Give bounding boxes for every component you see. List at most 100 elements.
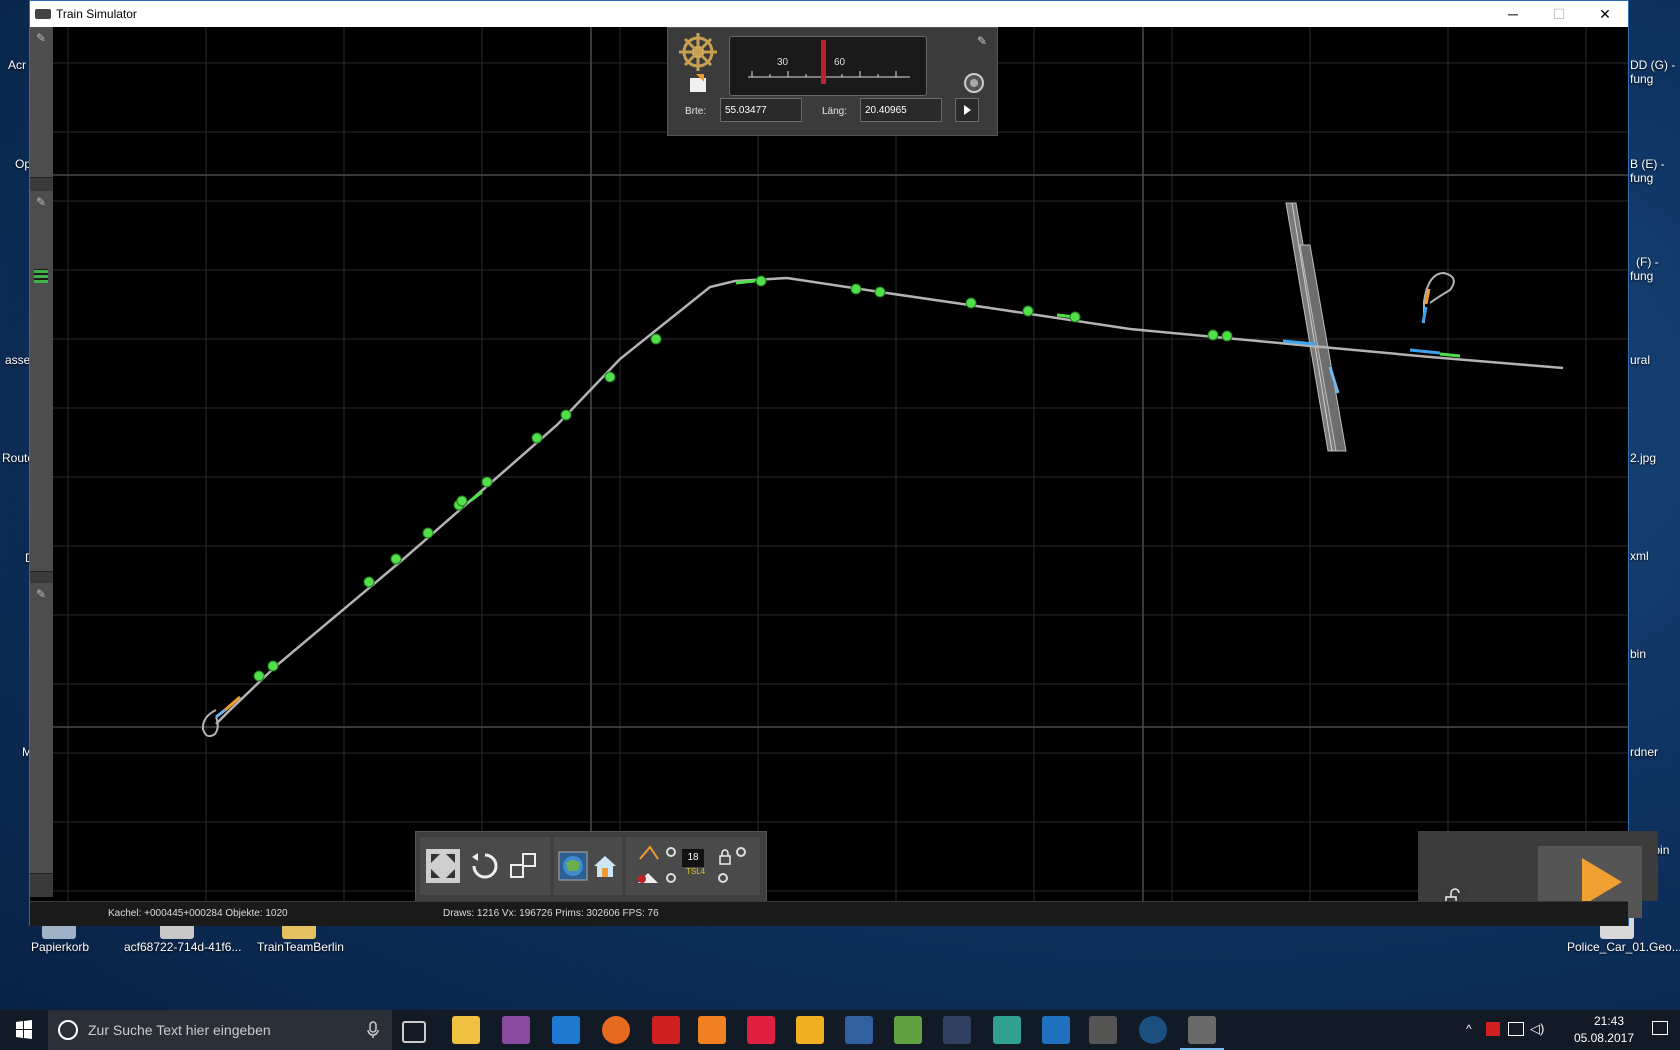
pin-icon[interactable]: ✎ bbox=[34, 31, 48, 45]
steam-icon[interactable] bbox=[1139, 1016, 1167, 1044]
ts-active-icon[interactable] bbox=[1180, 1016, 1224, 1050]
radio-tsl[interactable] bbox=[718, 873, 728, 883]
file-explorer-icon[interactable] bbox=[452, 1016, 480, 1044]
signal-marker[interactable] bbox=[650, 333, 662, 345]
windows-start-icon[interactable] bbox=[0, 1010, 48, 1050]
firefox-icon[interactable] bbox=[602, 1016, 630, 1044]
train-icon[interactable] bbox=[943, 1016, 971, 1044]
desktop-label-right-9[interactable]: xml bbox=[1630, 549, 1649, 563]
radio-3d[interactable] bbox=[666, 847, 676, 857]
status-bar: Kachel: +000445+000284 Objekte: 1020 Dra… bbox=[30, 901, 1628, 926]
plane-icon[interactable] bbox=[993, 1016, 1021, 1044]
signal-marker[interactable] bbox=[755, 275, 767, 287]
desktop-label-right-7[interactable]: ural bbox=[1630, 353, 1650, 367]
maximize-button[interactable]: ☐ bbox=[1536, 1, 1582, 27]
desktop-label-right-8[interactable]: 2.jpg bbox=[1630, 451, 1656, 465]
pin-icon[interactable]: ✎ bbox=[977, 34, 987, 48]
desktop-label-police-car[interactable]: Police_Car_01.Geo... bbox=[1567, 940, 1680, 954]
window-icon[interactable] bbox=[1042, 1016, 1070, 1044]
toolbar-group-options: 18 TSL4 bbox=[626, 837, 760, 895]
desktop-label-right-10[interactable]: bin bbox=[1630, 647, 1646, 661]
lock-icon[interactable] bbox=[718, 849, 732, 865]
latitude-field[interactable]: 55.03477 bbox=[720, 98, 802, 122]
pin-icon[interactable]: ✎ bbox=[34, 195, 48, 209]
route-icon[interactable] bbox=[636, 869, 660, 889]
desktop-label-recycle-bin[interactable]: Papierkorb bbox=[31, 940, 89, 954]
signal-marker[interactable] bbox=[531, 432, 543, 444]
signal-marker[interactable] bbox=[560, 409, 572, 421]
desktop-label-right-6: fung bbox=[1630, 269, 1654, 283]
signal-marker[interactable] bbox=[456, 495, 468, 507]
compass-icon[interactable] bbox=[676, 32, 720, 72]
signal-marker[interactable] bbox=[390, 553, 402, 565]
close-button[interactable]: ✕ bbox=[1582, 1, 1628, 27]
signal-marker[interactable] bbox=[422, 527, 434, 539]
tray-acrobat-icon[interactable] bbox=[1486, 1022, 1500, 1036]
3d-angle-icon[interactable] bbox=[638, 843, 660, 861]
signal-marker[interactable] bbox=[965, 297, 977, 309]
toolbar-group-world bbox=[554, 837, 622, 895]
winrar-icon[interactable] bbox=[502, 1016, 530, 1044]
pin-icon[interactable]: ✎ bbox=[34, 587, 48, 601]
microphone-icon[interactable] bbox=[366, 1020, 380, 1040]
signal-marker[interactable] bbox=[604, 371, 616, 383]
rail-panel-middle[interactable]: ✎ bbox=[30, 191, 53, 572]
ts-icon[interactable] bbox=[1089, 1016, 1117, 1044]
calendar-icon[interactable] bbox=[845, 1016, 873, 1044]
edge-icon[interactable] bbox=[552, 1016, 580, 1044]
desktop-label-right-5[interactable]: (F) - bbox=[1636, 255, 1659, 269]
video-icon[interactable] bbox=[796, 1016, 824, 1044]
signal-marker[interactable] bbox=[1221, 330, 1233, 342]
home-icon[interactable] bbox=[588, 849, 622, 883]
go-to-coordinates-button[interactable] bbox=[955, 98, 979, 122]
platform-structure bbox=[1285, 202, 1347, 452]
grid-toggle-icon[interactable] bbox=[34, 269, 48, 283]
signal-marker[interactable] bbox=[363, 576, 375, 588]
clock-date[interactable]: 05.08.2017 bbox=[1574, 1031, 1634, 1045]
signal-marker[interactable] bbox=[1022, 305, 1034, 317]
camera-icon[interactable] bbox=[963, 72, 985, 94]
app-orange-icon[interactable] bbox=[698, 1016, 726, 1044]
app-red-icon[interactable] bbox=[747, 1016, 775, 1044]
desktop-label-file[interactable]: acf68722-714d-41f6... bbox=[124, 940, 241, 954]
minimize-button[interactable]: ─ bbox=[1490, 1, 1536, 27]
signal-marker[interactable] bbox=[1207, 329, 1219, 341]
globe-icon[interactable] bbox=[556, 849, 590, 883]
taskbar-search[interactable]: Zur Suche Text hier eingeben bbox=[48, 1010, 392, 1050]
tray-chevron-icon[interactable]: ^ bbox=[1466, 1022, 1472, 1036]
acrobat-icon[interactable] bbox=[652, 1016, 680, 1044]
tray-volume-icon[interactable]: ◁) bbox=[1530, 1021, 1544, 1037]
fit-view-icon[interactable] bbox=[426, 849, 460, 883]
rotate-icon[interactable] bbox=[468, 849, 502, 883]
desktop-label-acr[interactable]: Acr bbox=[8, 58, 26, 72]
left-tool-rail: ✎ ✎ ✎ bbox=[30, 27, 53, 897]
map-icon[interactable] bbox=[688, 72, 710, 94]
title-bar[interactable]: Train Simulator ─ ☐ ✕ bbox=[30, 1, 1628, 27]
task-view-icon[interactable] bbox=[402, 1021, 426, 1043]
longitude-field[interactable]: 20.40965 bbox=[860, 98, 942, 122]
notes-icon[interactable] bbox=[894, 1016, 922, 1044]
rail-panel-top[interactable]: ✎ bbox=[30, 27, 53, 178]
signal-marker[interactable] bbox=[1069, 311, 1081, 323]
radio-lock[interactable] bbox=[736, 847, 746, 857]
resize-icon[interactable] bbox=[506, 849, 540, 883]
bottom-toolbar: 18 TSL4 bbox=[415, 831, 767, 903]
route-map-viewport[interactable] bbox=[30, 27, 1628, 901]
signal-marker[interactable] bbox=[874, 286, 886, 298]
app-icon bbox=[35, 9, 51, 19]
desktop-label-right-11[interactable]: rdner bbox=[1630, 745, 1658, 759]
clock-time[interactable]: 21:43 bbox=[1594, 1014, 1624, 1028]
signal-marker[interactable] bbox=[267, 660, 279, 672]
signal-marker[interactable] bbox=[481, 476, 493, 488]
radio-route[interactable] bbox=[666, 873, 676, 883]
tray-network-icon[interactable] bbox=[1508, 1022, 1524, 1036]
signal-marker[interactable] bbox=[253, 670, 265, 682]
signal-marker[interactable] bbox=[850, 283, 862, 295]
desktop-label-folder[interactable]: TrainTeamBerlin bbox=[257, 940, 344, 954]
notifications-icon[interactable] bbox=[1652, 1021, 1668, 1035]
rail-panel-bottom[interactable]: ✎ bbox=[30, 583, 53, 874]
route-map-canvas[interactable] bbox=[30, 27, 1628, 901]
desktop-label-right-1[interactable]: DD (G) - bbox=[1630, 58, 1675, 72]
desktop-label-right-3[interactable]: B (E) - bbox=[1630, 157, 1665, 171]
track-loop-east bbox=[1421, 271, 1455, 324]
